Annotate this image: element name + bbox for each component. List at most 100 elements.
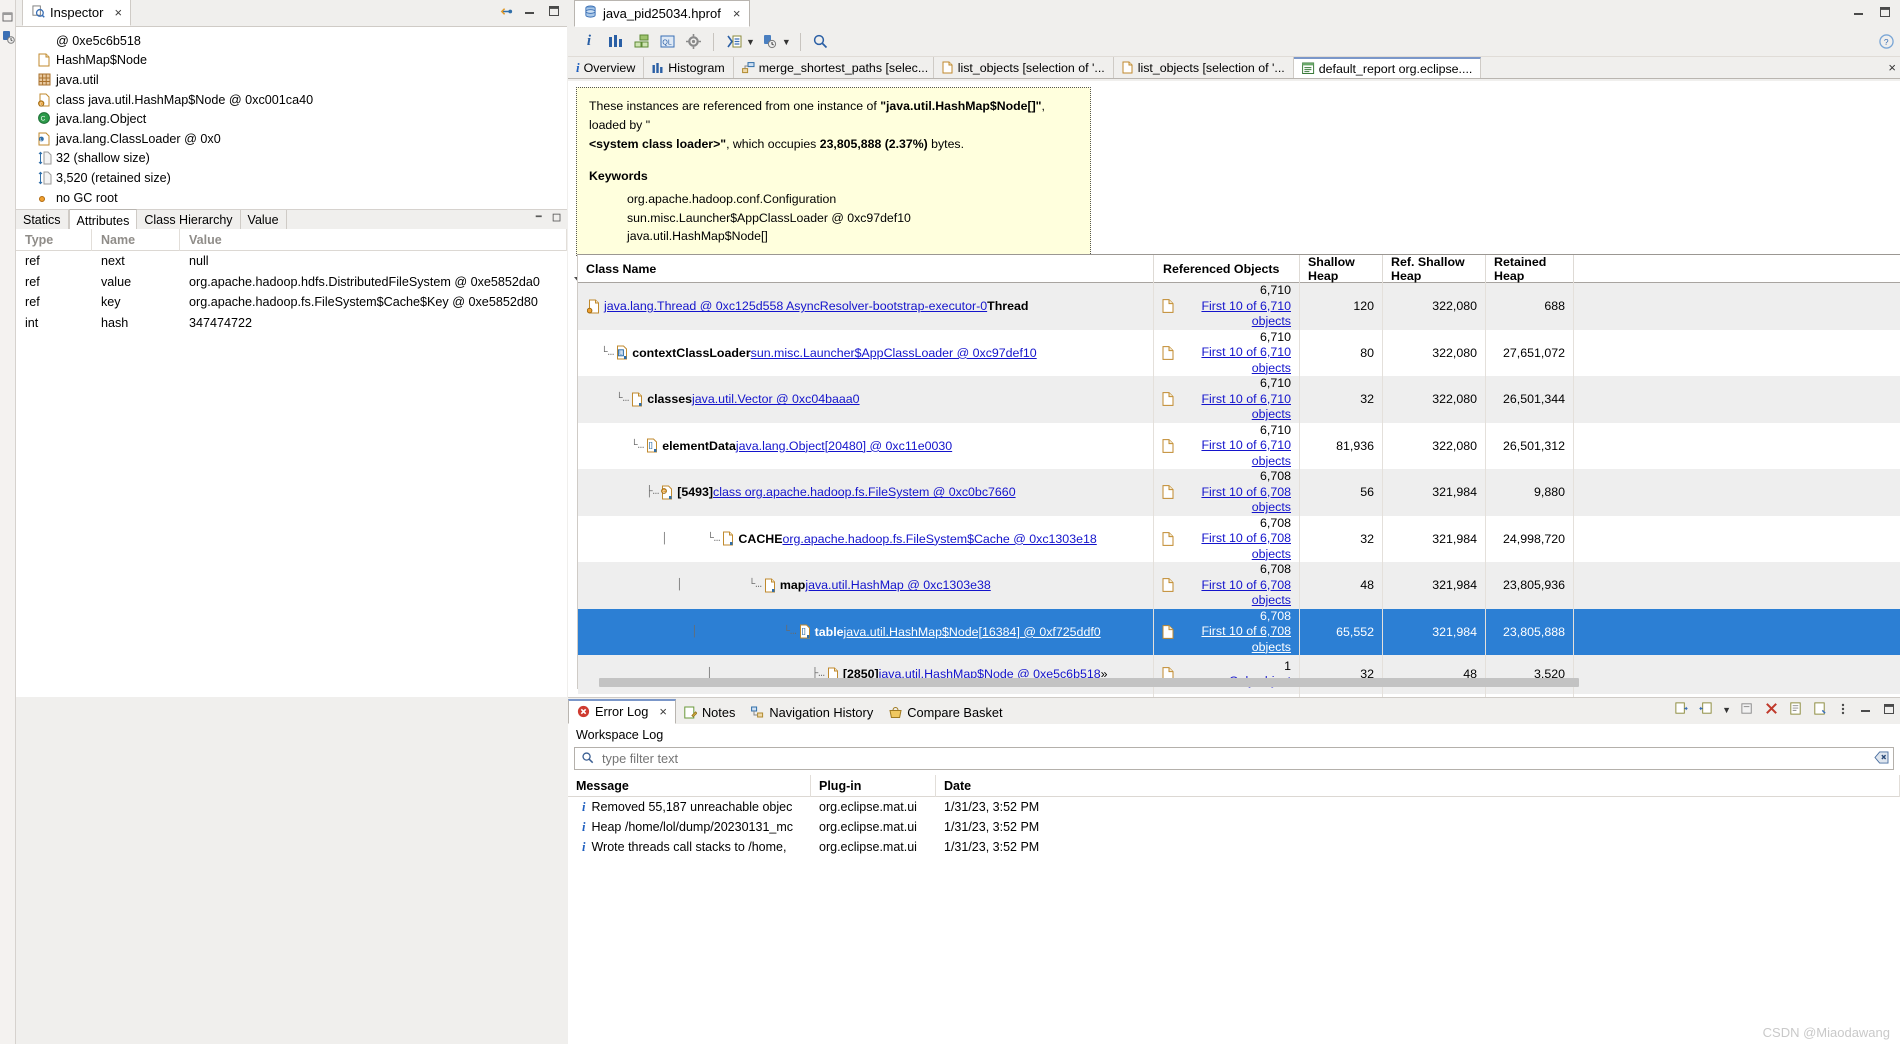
log-row[interactable]: i Removed 55,187 unreachable objec org.ecl…	[568, 797, 1900, 817]
tree-horizontal-scrollbar[interactable]	[587, 678, 1888, 687]
column-header-name[interactable]: Name	[92, 228, 180, 251]
column-header-value[interactable]: Value	[180, 228, 567, 251]
tree-object-link[interactable]: java.util.HashMap$Node[16384] @ 0xf725dd…	[844, 625, 1101, 639]
log-filter-input[interactable]	[600, 750, 1887, 767]
tree-table-row[interactable]: └… [] elementData java.lang.Object[20480] …	[578, 422, 1900, 469]
clear-filter-icon[interactable]	[1874, 750, 1889, 767]
inspector-view-icon[interactable]	[1, 30, 15, 44]
chevron-down-icon[interactable]: ▼	[746, 37, 755, 47]
column-header-type[interactable]: Type	[16, 228, 92, 251]
editor-subtab-5[interactable]: default_report org.eclipse....	[1293, 57, 1482, 78]
column-header-shallow-heap[interactable]: Shallow Heap	[1300, 254, 1383, 283]
minimize-icon[interactable]	[523, 4, 537, 18]
tree-table-row[interactable]: └… LcontextClassLoader sun.misc.Launcher$…	[578, 329, 1900, 376]
inspector-row[interactable]: java.util	[16, 70, 567, 90]
column-header-class-name[interactable]: Class Name	[578, 254, 1154, 283]
referenced-objects-link[interactable]: First 10 of 6,708 objects	[1181, 485, 1291, 516]
maximize-icon[interactable]	[551, 212, 563, 227]
open-query-browser-icon[interactable]	[723, 31, 745, 53]
delete-log-icon[interactable]	[1764, 701, 1779, 719]
tree-table-row[interactable]: ├… C [5493] class org.apache.hadoop.fs.Fil…	[578, 469, 1900, 516]
tree-cell-referenced-objects[interactable]: 6,710 First 10 of 6,710 objects	[1154, 376, 1300, 423]
inspector-row[interactable]: @ 0xe5c6b518	[16, 31, 567, 51]
tree-object-link[interactable]: class org.apache.hadoop.fs.FileSystem @ …	[713, 485, 1016, 499]
histogram-icon[interactable]	[604, 31, 626, 53]
referenced-objects-link[interactable]: First 10 of 6,708 objects	[1181, 531, 1291, 562]
editor-subtab-0[interactable]: i Overview	[568, 57, 645, 78]
inspector-row[interactable]: HashMap$Node	[16, 51, 567, 71]
tree-object-link[interactable]: java.util.HashMap @ 0xc1303e38	[805, 578, 990, 592]
column-header-ref-shallow-heap[interactable]: Ref. Shallow Heap	[1383, 254, 1486, 283]
inspector-row[interactable]: no GC root	[16, 188, 567, 208]
inspector-info-icon[interactable]: i	[578, 31, 600, 53]
tree-object-link[interactable]: java.lang.Object[20480] @ 0xc11e0030	[736, 439, 952, 453]
column-header-date[interactable]: Date	[936, 774, 1900, 797]
minimize-icon[interactable]	[1852, 5, 1866, 22]
attributes-row[interactable]: ref next null	[16, 251, 567, 272]
tree-cell-referenced-objects[interactable]: 6,710 First 10 of 6,710 objects	[1154, 283, 1300, 330]
tab-heap-dump[interactable]: java_pid25034.hprof ×	[574, 0, 751, 27]
close-icon[interactable]: ×	[733, 6, 741, 21]
tree-cell-referenced-objects[interactable]: 6,710 First 10 of 6,710 objects	[1154, 422, 1300, 469]
tree-cell-referenced-objects[interactable]: 1Only object	[1154, 655, 1300, 694]
close-icon[interactable]: ×	[1888, 60, 1896, 75]
tree-object-link[interactable]: java.lang.Thread @ 0xc125d558 AsyncResol…	[604, 299, 987, 313]
tree-table-row[interactable]: │ ├… [2850] java.util.HashMap$Node @ 0xe5…	[578, 655, 1900, 694]
tree-cell-class-name[interactable]: │ └… [] table java.util.HashMap$Node[16384…	[578, 608, 1154, 655]
referenced-objects-link[interactable]: First 10 of 6,710 objects	[1181, 392, 1291, 423]
column-header-retained-heap[interactable]: Retained Heap	[1486, 254, 1574, 283]
tree-cell-referenced-objects[interactable]: 6,708 First 10 of 6,708 objects	[1154, 562, 1300, 609]
help-icon[interactable]: ?	[1879, 34, 1894, 52]
editor-subtab-2[interactable]: merge_shortest_paths [selec...	[734, 57, 934, 78]
editor-subtab-4[interactable]: list_objects [selection of '...	[1114, 57, 1294, 78]
tree-cell-class-name[interactable]: java.lang.Thread @ 0xc125d558 AsyncResol…	[578, 283, 1154, 330]
maximize-icon[interactable]	[547, 4, 561, 18]
attributes-row[interactable]: ref value org.apache.hadoop.hdfs.Distribut…	[16, 272, 567, 293]
tree-cell-class-name[interactable]: ├… C [5493] class org.apache.hadoop.fs.Fil…	[578, 469, 1154, 516]
log-row[interactable]: i Wrote threads call stacks to /home, org.…	[568, 837, 1900, 857]
view-menu-icon[interactable]	[1836, 702, 1850, 719]
tree-cell-class-name[interactable]: │ ├… [2850] java.util.HashMap$Node @ 0xe5…	[578, 655, 1154, 694]
inspector-subtab-attributes[interactable]: Attributes	[68, 209, 138, 230]
inspector-subtab-statics[interactable]: Statics	[16, 210, 69, 229]
close-icon[interactable]: ×	[659, 704, 667, 719]
inspector-row[interactable]: Cclass java.util.HashMap$Node @ 0xc001ca…	[16, 90, 567, 110]
maximize-icon[interactable]	[1882, 702, 1896, 719]
attributes-row[interactable]: int hash 347474722	[16, 313, 567, 334]
editor-subtab-3[interactable]: list_objects [selection of '...	[934, 57, 1114, 78]
attributes-row[interactable]: ref key org.apache.hadoop.fs.FileSystem$Ca…	[16, 292, 567, 313]
referenced-objects-link[interactable]: First 10 of 6,708 objects	[1181, 578, 1291, 609]
tree-cell-class-name[interactable]: └… classes java.util.Vector @ 0xc04baaa0	[578, 376, 1154, 423]
restore-view-icon[interactable]	[1, 10, 15, 24]
scrollbar-thumb[interactable]	[599, 678, 1579, 687]
tree-object-link[interactable]: sun.misc.Launcher$AppClassLoader @ 0xc97…	[751, 346, 1037, 360]
inspector-subtab-class-hierarchy[interactable]: Class Hierarchy	[137, 210, 241, 229]
tree-table-row[interactable]: java.lang.Thread @ 0xc125d558 AsyncResol…	[578, 283, 1900, 330]
inspector-row[interactable]: Cjava.lang.Object	[16, 109, 567, 129]
tree-cell-referenced-objects[interactable]: 6,710 First 10 of 6,710 objects	[1154, 329, 1300, 376]
tree-cell-class-name[interactable]: └… [] elementData java.lang.Object[20480] …	[578, 422, 1154, 469]
restore-log-icon[interactable]	[1740, 701, 1755, 719]
column-header-message[interactable]: Message	[568, 774, 811, 797]
column-header-plugin[interactable]: Plug-in	[811, 774, 936, 797]
log-row[interactable]: i Heap /home/lol/dump/20230131_mc org.ecli…	[568, 817, 1900, 837]
tree-cell-referenced-objects[interactable]: 6,708 First 10 of 6,708 objects	[1154, 469, 1300, 516]
referenced-objects-link[interactable]: First 10 of 6,710 objects	[1181, 345, 1291, 376]
tree-table-row[interactable]: │ └… [] table java.util.HashMap$Node[16384…	[578, 608, 1900, 655]
maximize-icon[interactable]	[1878, 5, 1892, 22]
close-icon[interactable]: ×	[114, 5, 122, 20]
tree-cell-referenced-objects[interactable]: 6,708 First 10 of 6,708 objects	[1154, 608, 1300, 655]
tree-cell-class-name[interactable]: └… LcontextClassLoader sun.misc.Launcher$…	[578, 329, 1154, 376]
minimize-icon[interactable]	[1859, 702, 1873, 719]
bottom-tab-error-log[interactable]: Error Log ×	[568, 699, 676, 724]
referenced-objects-link[interactable]: First 10 of 6,710 objects	[1181, 299, 1291, 330]
oql-icon[interactable]: QL	[656, 31, 678, 53]
tree-table-row[interactable]: └… classes java.util.Vector @ 0xc04baaa0 6…	[578, 376, 1900, 423]
bottom-tab-notes[interactable]: Notes	[676, 702, 743, 724]
search-icon[interactable]	[810, 31, 832, 53]
new-log-icon[interactable]	[1812, 701, 1827, 719]
export-log-icon[interactable]	[1674, 701, 1689, 719]
dominator-tree-icon[interactable]	[630, 31, 652, 53]
minimize-icon[interactable]	[534, 212, 546, 227]
open-log-icon[interactable]	[1788, 701, 1803, 719]
